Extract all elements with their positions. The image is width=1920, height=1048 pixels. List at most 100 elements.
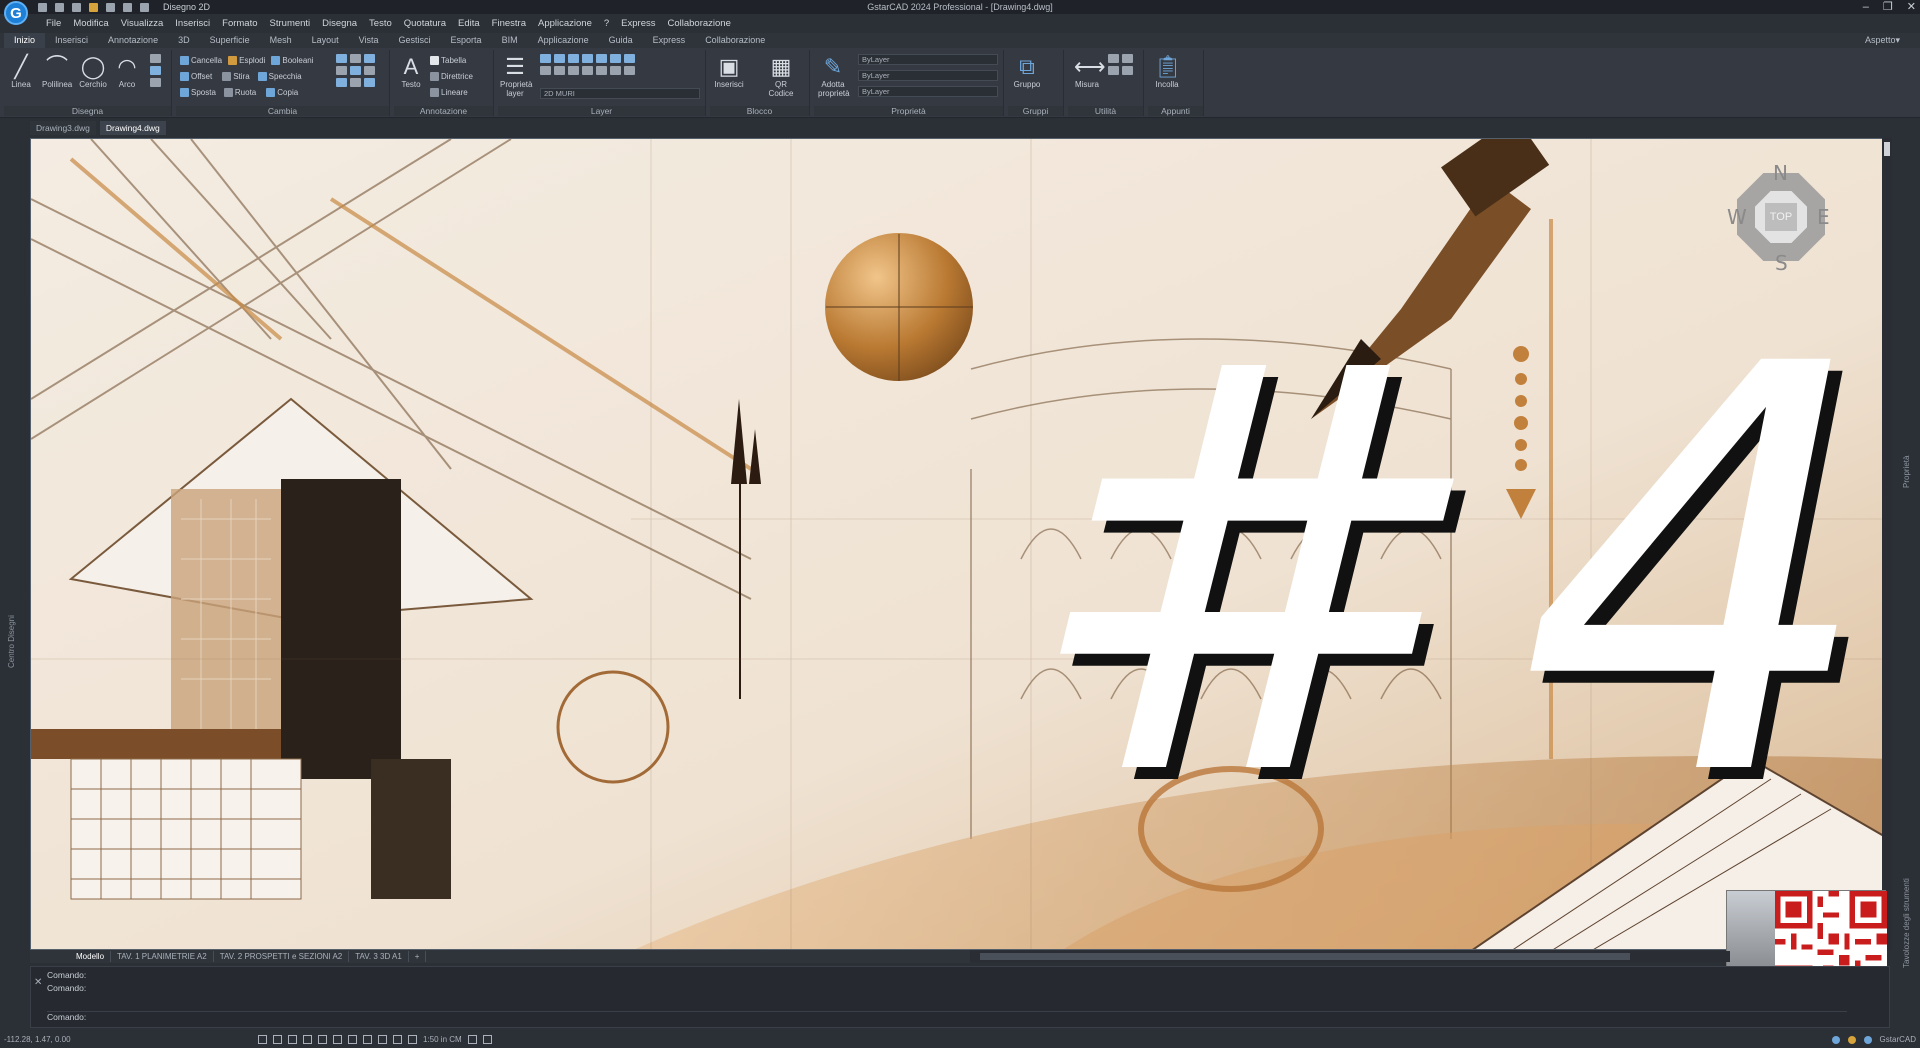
menu-file[interactable]: File: [40, 17, 67, 31]
osnap-toggle-icon[interactable]: [318, 1035, 327, 1044]
lineweight-toggle-icon[interactable]: [348, 1035, 357, 1044]
layer-tool-8-icon[interactable]: [540, 66, 551, 75]
layer-tool-1-icon[interactable]: [540, 54, 551, 63]
snap-toggle-icon[interactable]: [273, 1035, 282, 1044]
cleanscreen-icon[interactable]: [1863, 1036, 1872, 1044]
trim-icon[interactable]: [350, 54, 361, 63]
layer-tool-13-icon[interactable]: [610, 66, 621, 75]
align-icon[interactable]: [364, 78, 375, 87]
color-combo[interactable]: ByLayer: [858, 54, 998, 65]
linetype-combo[interactable]: ByLayer: [858, 70, 998, 81]
extend-icon[interactable]: [364, 54, 375, 63]
linear-dim-button[interactable]: Lineare: [441, 88, 468, 97]
qr-code-button[interactable]: ▦ QR Codice: [766, 54, 796, 98]
id-point-icon[interactable]: [1108, 54, 1119, 63]
offset-button[interactable]: Offset: [191, 72, 212, 81]
tool-palettes-tab[interactable]: Tavolozze degli strumenti: [1902, 878, 1911, 968]
add-layout-button[interactable]: +: [409, 951, 427, 962]
menu-strumenti[interactable]: Strumenti: [264, 17, 317, 31]
layer-tool-2-icon[interactable]: [554, 54, 565, 63]
layer-tool-6-icon[interactable]: [610, 54, 621, 63]
move-button[interactable]: Sposta: [191, 88, 216, 97]
view-cube[interactable]: TOP N S E W: [1727, 161, 1830, 275]
circle-button[interactable]: ◯ Cerchio: [78, 54, 108, 89]
menu-quotatura[interactable]: Quotatura: [398, 17, 452, 31]
erase-button[interactable]: Cancella: [191, 56, 222, 65]
otrack-toggle-icon[interactable]: [333, 1035, 342, 1044]
scale-icon[interactable]: [364, 66, 375, 75]
rotate-button[interactable]: Ruota: [235, 88, 256, 97]
hatch-icon[interactable]: [150, 54, 161, 63]
redo-icon[interactable]: [140, 2, 149, 12]
tab-superficie[interactable]: Superficie: [200, 33, 260, 48]
layout-tab-tav2[interactable]: TAV. 2 PROSPETTI e SEZIONI A2: [214, 951, 350, 962]
vertical-scrollbar[interactable]: [1882, 138, 1892, 950]
customize-icon[interactable]: [482, 1035, 492, 1044]
close-command-icon[interactable]: ✕: [34, 977, 42, 988]
list-icon[interactable]: [1122, 54, 1133, 63]
tab-inserisci[interactable]: Inserisci: [45, 33, 98, 48]
paste-button[interactable]: 📋︎ Incolla: [1152, 54, 1182, 89]
settings-gear-icon[interactable]: [1831, 1036, 1840, 1044]
close-button[interactable]: ✕: [1907, 0, 1916, 14]
polyline-button[interactable]: ⌒ Polilinea: [42, 54, 72, 89]
array-icon[interactable]: [336, 54, 347, 63]
text-button[interactable]: A Testo: [396, 54, 426, 89]
menu-help[interactable]: ?: [598, 17, 615, 31]
stretch-button[interactable]: Stira: [233, 72, 249, 81]
restore-button[interactable]: ❐: [1883, 0, 1893, 14]
calculator-icon[interactable]: [1108, 66, 1119, 75]
menu-inserisci[interactable]: Inserisci: [169, 17, 216, 31]
leader-button[interactable]: Direttrice: [441, 72, 473, 81]
layer-tool-4-icon[interactable]: [582, 54, 593, 63]
properties-tab[interactable]: Proprietà: [1902, 456, 1911, 488]
table-button[interactable]: Tabella: [441, 56, 466, 65]
annotation-visibility-icon[interactable]: [393, 1035, 402, 1044]
workspace-select[interactable]: Disegno 2D: [163, 2, 210, 12]
group-button[interactable]: ⧉ Gruppo: [1012, 54, 1042, 89]
polar-toggle-icon[interactable]: [303, 1035, 312, 1044]
menu-visualizza[interactable]: Visualizza: [115, 17, 170, 31]
match-properties-button[interactable]: ✎ Adotta proprietà: [818, 54, 850, 98]
save-as-icon[interactable]: [89, 2, 98, 12]
workspace-switch-icon[interactable]: [408, 1035, 417, 1044]
chamfer-icon[interactable]: [350, 66, 361, 75]
fillet-icon[interactable]: [336, 66, 347, 75]
layer-tool-5-icon[interactable]: [596, 54, 607, 63]
doc-tab-drawing3[interactable]: Drawing3.dwg: [30, 121, 96, 135]
select-all-icon[interactable]: [1122, 66, 1133, 75]
view-cube-top[interactable]: TOP: [1765, 203, 1797, 231]
grid-toggle-icon[interactable]: [258, 1035, 267, 1044]
layer-tool-11-icon[interactable]: [582, 66, 593, 75]
tab-collaborazione[interactable]: Collaborazione: [695, 33, 775, 48]
layer-tool-7-icon[interactable]: [624, 54, 635, 63]
lineweight-combo[interactable]: ByLayer: [858, 86, 998, 97]
arc-button[interactable]: ◠ Arco: [112, 54, 142, 89]
tab-3d[interactable]: 3D: [168, 33, 200, 48]
tab-vista[interactable]: Vista: [349, 33, 389, 48]
compass-west[interactable]: W: [1727, 205, 1747, 229]
doc-tab-drawing4[interactable]: Drawing4.dwg: [99, 121, 166, 135]
compass-south[interactable]: S: [1775, 251, 1788, 275]
notification-icon[interactable]: [1847, 1036, 1856, 1044]
mirror-button[interactable]: Specchia: [269, 72, 302, 81]
design-center-tab[interactable]: Centro Disegni: [7, 615, 16, 668]
tab-gestisci[interactable]: Gestisci: [389, 33, 441, 48]
horizontal-scrollbar[interactable]: [970, 951, 1730, 962]
drawing-canvas[interactable]: #4 TOP N S E W: [30, 138, 1888, 950]
layer-combo[interactable]: 2D MURI: [540, 88, 700, 99]
tab-bim[interactable]: BIM: [492, 33, 528, 48]
print-icon[interactable]: [106, 2, 115, 12]
insert-block-button[interactable]: ▣ Inserisci: [714, 54, 744, 89]
rectangle-icon[interactable]: [150, 78, 161, 87]
menu-applicazione[interactable]: Applicazione: [532, 17, 598, 31]
tab-applicazione[interactable]: Applicazione: [528, 33, 599, 48]
break-icon[interactable]: [336, 78, 347, 87]
ellipse-icon[interactable]: [150, 66, 161, 75]
layout-tab-tav1[interactable]: TAV. 1 PLANIMETRIE A2: [111, 951, 214, 962]
boolean-button[interactable]: Booleani: [282, 56, 313, 65]
command-input[interactable]: Comando:: [47, 1011, 1847, 1022]
explode-button[interactable]: Esplodi: [239, 56, 265, 65]
layout-tab-model[interactable]: Modello: [70, 951, 112, 962]
app-logo-icon[interactable]: G: [4, 1, 28, 25]
